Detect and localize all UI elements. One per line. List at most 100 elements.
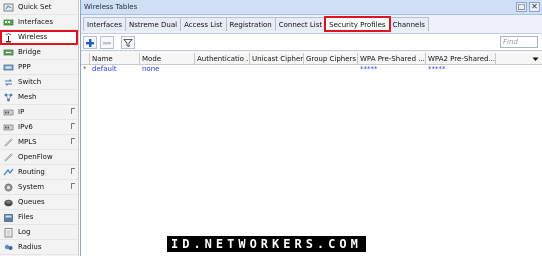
close-button[interactable]: ✕ [529,2,540,12]
sidebar-item-label: Wireless [18,33,48,41]
sidebar-item-label: Switch [18,78,42,86]
cell-wpa-psk: ***** [360,65,378,73]
sidebar-item-wireless[interactable]: Wireless [0,30,78,45]
files-icon [4,213,13,222]
security-profiles-table: Name Mode Authenticatio ... Unicast Ciph… [81,52,542,256]
sidebar-item-label: MPLS [18,138,37,146]
submenu-arrow-icon [71,168,75,174]
interfaces-icon [3,19,14,25]
cell-group-ciphers [304,65,358,74]
sidebar-item-label: PPP [18,63,31,71]
filter-button[interactable] [121,36,135,49]
switch-icon [4,78,13,86]
sidebar-item-label: Files [18,213,34,221]
toolbar [81,33,542,51]
sidebar-item-label: Bridge [18,48,41,56]
cell-authentication [195,65,250,74]
remove-button[interactable] [100,36,114,49]
tab-registration[interactable]: Registration [225,17,276,31]
sidebar-item-files[interactable]: Files [0,210,78,225]
sidebar-item-log[interactable]: Log [0,225,78,240]
sidebar-item-openflow[interactable]: OpenFlow [0,150,78,165]
sidebar-item-label: IPv6 [18,123,33,131]
column-chooser[interactable] [496,53,542,65]
mesh-icon [4,93,13,101]
watermark-text: ID.NETWORKERS.COM [171,237,362,251]
sidebar-item-label: OpenFlow [18,153,53,161]
sidebar-item-queues[interactable]: Queues [0,195,78,210]
wireless-icon [5,32,12,42]
submenu-arrow-icon [71,183,75,189]
gear-icon [4,183,13,191]
queues-icon [4,199,13,206]
mpls-icon [4,137,13,147]
sidebar-item-mesh[interactable]: Mesh [0,90,78,105]
column-header-authentication[interactable]: Authenticatio ... [195,53,250,65]
tab-interfaces[interactable]: Interfaces [83,17,126,31]
sidebar-item-ppp[interactable]: PPP [0,60,78,75]
cell-name: default [92,65,117,73]
sidebar-item-mpls[interactable]: MPLS [0,135,78,150]
find-input[interactable] [500,36,538,48]
routing-icon [3,168,14,175]
sidebar: Quick Set Interfaces Wireless Bridge PPP… [0,0,79,256]
sidebar-item-label: Routing [18,168,45,176]
sidebar-item-quick-set[interactable]: Quick Set [0,0,78,15]
sidebar-item-label: Log [18,228,31,236]
row-marker: * [83,65,87,73]
tab-connect-list[interactable]: Connect List [274,17,327,31]
chevron-down-icon [532,57,539,61]
openflow-icon [4,152,13,162]
window-titlebar[interactable]: Wireless Tables □ ✕ [81,0,542,15]
sidebar-item-label: System [18,183,45,191]
sidebar-item-label: Queues [18,198,45,206]
sidebar-item-label: Mesh [18,93,37,101]
sidebar-item-switch[interactable]: Switch [0,75,78,90]
maximize-button[interactable]: □ [516,2,527,12]
submenu-arrow-icon [71,108,75,114]
cell-wpa2-psk: ***** [428,65,446,73]
tab-bar: Interfaces Nstreme Dual Access List Regi… [81,16,542,32]
column-header-wpa-psk[interactable]: WPA Pre-Shared ... [358,53,426,65]
table-row[interactable]: * default none ***** ***** [81,65,542,74]
tab-access-list[interactable]: Access List [180,17,227,31]
tab-security-profiles[interactable]: Security Profiles [324,16,391,32]
sidebar-item-label: Radius [18,243,42,251]
column-header-group-ciphers[interactable]: Group Ciphers [304,53,358,65]
table-header: Name Mode Authenticatio ... Unicast Ciph… [81,53,542,65]
sidebar-item-interfaces[interactable]: Interfaces [0,15,78,30]
sidebar-item-label: Quick Set [18,3,52,11]
filter-icon [123,38,133,47]
watermark: ID.NETWORKERS.COM [167,236,366,252]
column-header-mode[interactable]: Mode [140,53,195,65]
cell-unicast-ciphers [250,65,304,74]
plus-icon [86,38,94,47]
column-header-unicast-ciphers[interactable]: Unicast Ciphers [250,53,304,65]
sidebar-item-ip[interactable]: IP [0,105,78,120]
cell-mode: none [142,65,160,73]
add-button[interactable] [83,36,97,49]
wireless-tables-window: Wireless Tables □ ✕ Interfaces Nstreme D… [80,0,542,256]
quick-set-icon [3,3,14,11]
sidebar-item-routing[interactable]: Routing [0,165,78,180]
sidebar-item-bridge[interactable]: Bridge [0,45,78,60]
radius-icon [4,244,13,250]
minus-icon [103,41,111,44]
tab-nstreme-dual[interactable]: Nstreme Dual [125,17,182,31]
column-header-name[interactable]: Name [90,53,140,65]
sidebar-item-label: Interfaces [18,18,53,26]
sidebar-item-system[interactable]: System [0,180,78,195]
bridge-icon [3,49,14,55]
ip-icon [3,109,14,115]
submenu-arrow-icon [71,123,75,129]
sidebar-item-ipv6[interactable]: IPv6 [0,120,78,135]
ipv6-icon [3,124,14,130]
column-header-wpa2-psk[interactable]: WPA2 Pre-Shared... [426,53,496,65]
sidebar-item-radius[interactable]: Radius [0,240,78,255]
tab-channels[interactable]: Channels [388,17,429,31]
log-icon [4,227,13,237]
column-header-marker [81,53,90,65]
window-title: Wireless Tables [84,3,138,11]
sidebar-item-label: IP [18,108,25,116]
submenu-arrow-icon [71,138,75,144]
